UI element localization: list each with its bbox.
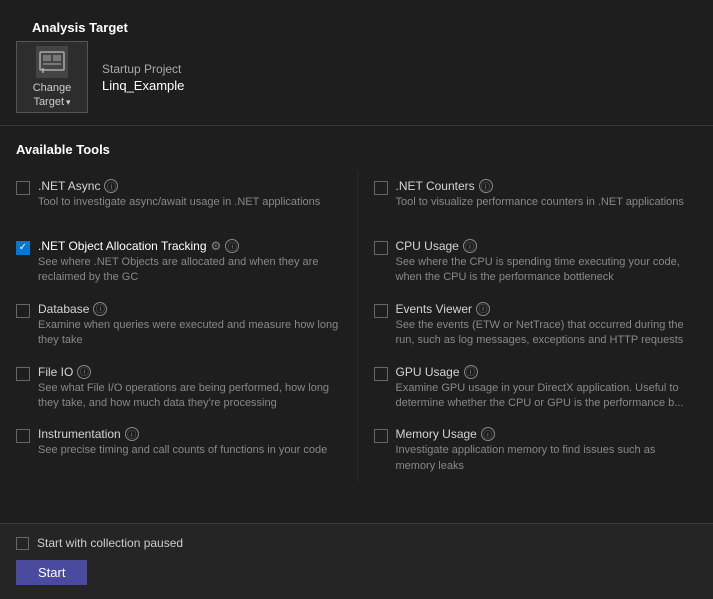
collection-paused-checkbox[interactable] bbox=[16, 537, 29, 550]
tool-instrumentation-name-row: Instrumentation ⓘ bbox=[38, 427, 345, 441]
tool-net-counters-info-icon[interactable]: ⓘ bbox=[479, 179, 493, 193]
tool-net-object-allocation-content: .NET Object Allocation Tracking ⚙ ⓘ See … bbox=[38, 239, 345, 286]
tool-net-counters-checkbox[interactable] bbox=[374, 181, 388, 195]
tool-file-io-info-icon[interactable]: ⓘ bbox=[77, 365, 91, 379]
tool-events-viewer-label: Events Viewer bbox=[396, 302, 472, 316]
tool-memory-usage-content: Memory Usage ⓘ Investigate application m… bbox=[396, 427, 686, 474]
tool-gpu-usage-label: GPU Usage bbox=[396, 365, 460, 379]
tools-grid: .NET Async ⓘ Tool to investigate async/a… bbox=[16, 171, 697, 482]
tool-cpu-usage-checkbox[interactable] bbox=[374, 241, 388, 255]
tool-gpu-usage-info-icon[interactable]: ⓘ bbox=[464, 365, 478, 379]
tool-net-counters-label: .NET Counters bbox=[396, 179, 475, 193]
target-info: Startup Project Linq_Example bbox=[102, 62, 184, 93]
tool-net-async-content: .NET Async ⓘ Tool to investigate async/a… bbox=[38, 179, 345, 210]
analysis-target-section: Analysis Target ⬆ Change Target ▾ Startu… bbox=[0, 0, 713, 125]
tool-net-object-allocation-checkbox[interactable] bbox=[16, 241, 30, 255]
tool-net-async-name-row: .NET Async ⓘ bbox=[38, 179, 345, 193]
change-target-button[interactable]: ⬆ Change Target ▾ bbox=[16, 41, 88, 113]
tool-gpu-usage: GPU Usage ⓘ Examine GPU usage in your Di… bbox=[357, 357, 698, 420]
tool-gpu-usage-desc: Examine GPU usage in your DirectX applic… bbox=[396, 381, 686, 412]
tool-net-async-desc: Tool to investigate async/await usage in… bbox=[38, 195, 345, 210]
page-container: Analysis Target ⬆ Change Target ▾ Startu… bbox=[0, 0, 713, 599]
tool-gpu-usage-name-row: GPU Usage ⓘ bbox=[396, 365, 686, 379]
tool-instrumentation-label: Instrumentation bbox=[38, 427, 121, 441]
tool-instrumentation: Instrumentation ⓘ See precise timing and… bbox=[16, 419, 357, 482]
tool-database-name-row: Database ⓘ bbox=[38, 302, 345, 316]
tool-instrumentation-content: Instrumentation ⓘ See precise timing and… bbox=[38, 427, 345, 458]
change-target-icon: ⬆ bbox=[36, 46, 68, 78]
target-project-name: Linq_Example bbox=[102, 78, 184, 93]
tool-memory-usage-label: Memory Usage bbox=[396, 427, 477, 441]
tool-net-async: .NET Async ⓘ Tool to investigate async/a… bbox=[16, 171, 357, 231]
available-tools-section: Available Tools .NET Async ⓘ Tool to inv… bbox=[0, 126, 713, 482]
tool-memory-usage-info-icon[interactable]: ⓘ bbox=[481, 427, 495, 441]
tool-net-async-label: .NET Async bbox=[38, 179, 100, 193]
tool-events-viewer-desc: See the events (ETW or NetTrace) that oc… bbox=[396, 318, 686, 349]
tool-database-content: Database ⓘ Examine when queries were exe… bbox=[38, 302, 345, 349]
tool-file-io-desc: See what File I/O operations are being p… bbox=[38, 381, 345, 412]
tool-net-object-allocation: .NET Object Allocation Tracking ⚙ ⓘ See … bbox=[16, 231, 357, 294]
tool-net-object-allocation-name-row: .NET Object Allocation Tracking ⚙ ⓘ bbox=[38, 239, 345, 253]
tool-events-viewer-name-row: Events Viewer ⓘ bbox=[396, 302, 686, 316]
tool-events-viewer-info-icon[interactable]: ⓘ bbox=[476, 302, 490, 316]
tool-net-counters: .NET Counters ⓘ Tool to visualize perfor… bbox=[357, 171, 698, 231]
tool-memory-usage-name-row: Memory Usage ⓘ bbox=[396, 427, 686, 441]
collection-paused-row: Start with collection paused bbox=[16, 536, 697, 550]
available-tools-title: Available Tools bbox=[16, 134, 697, 163]
change-target-label: Change bbox=[33, 82, 72, 94]
tool-cpu-usage-desc: See where the CPU is spending time execu… bbox=[396, 255, 686, 286]
tool-events-viewer: Events Viewer ⓘ See the events (ETW or N… bbox=[357, 294, 698, 357]
tool-instrumentation-desc: See precise timing and call counts of fu… bbox=[38, 443, 345, 458]
tool-net-counters-desc: Tool to visualize performance counters i… bbox=[396, 195, 686, 210]
tool-file-io-name-row: File IO ⓘ bbox=[38, 365, 345, 379]
tool-cpu-usage: CPU Usage ⓘ See where the CPU is spendin… bbox=[357, 231, 698, 294]
svg-text:⬆: ⬆ bbox=[40, 67, 46, 74]
tool-gpu-usage-checkbox[interactable] bbox=[374, 367, 388, 381]
analysis-target-title: Analysis Target bbox=[16, 10, 697, 41]
tool-instrumentation-info-icon[interactable]: ⓘ bbox=[125, 427, 139, 441]
collection-paused-label: Start with collection paused bbox=[37, 536, 183, 550]
bottom-section: Start with collection paused Start bbox=[0, 523, 713, 599]
tool-events-viewer-checkbox[interactable] bbox=[374, 304, 388, 318]
tool-net-object-allocation-desc: See where .NET Objects are allocated and… bbox=[38, 255, 345, 286]
start-button[interactable]: Start bbox=[16, 560, 87, 585]
tool-cpu-usage-name-row: CPU Usage ⓘ bbox=[396, 239, 686, 253]
tool-database: Database ⓘ Examine when queries were exe… bbox=[16, 294, 357, 357]
tool-file-io: File IO ⓘ See what File I/O operations a… bbox=[16, 357, 357, 420]
tool-net-async-checkbox[interactable] bbox=[16, 181, 30, 195]
tool-file-io-label: File IO bbox=[38, 365, 73, 379]
change-target-label2: Target ▾ bbox=[33, 96, 70, 108]
tool-memory-usage-checkbox[interactable] bbox=[374, 429, 388, 443]
tool-file-io-checkbox[interactable] bbox=[16, 367, 30, 381]
tool-database-info-icon[interactable]: ⓘ bbox=[93, 302, 107, 316]
tool-net-object-allocation-info-icon[interactable]: ⓘ bbox=[225, 239, 239, 253]
tool-gpu-usage-content: GPU Usage ⓘ Examine GPU usage in your Di… bbox=[396, 365, 686, 412]
tool-database-label: Database bbox=[38, 302, 89, 316]
target-box: ⬆ Change Target ▾ Startup Project Linq_E… bbox=[16, 41, 697, 113]
tool-cpu-usage-content: CPU Usage ⓘ See where the CPU is spendin… bbox=[396, 239, 686, 286]
tool-file-io-content: File IO ⓘ See what File I/O operations a… bbox=[38, 365, 345, 412]
tool-net-async-info-icon[interactable]: ⓘ bbox=[104, 179, 118, 193]
tool-net-object-allocation-label: .NET Object Allocation Tracking bbox=[38, 239, 207, 253]
tool-database-desc: Examine when queries were executed and m… bbox=[38, 318, 345, 349]
tool-net-counters-content: .NET Counters ⓘ Tool to visualize perfor… bbox=[396, 179, 686, 210]
tool-database-checkbox[interactable] bbox=[16, 304, 30, 318]
tool-events-viewer-content: Events Viewer ⓘ See the events (ETW or N… bbox=[396, 302, 686, 349]
target-type: Startup Project bbox=[102, 62, 184, 76]
tool-cpu-usage-label: CPU Usage bbox=[396, 239, 459, 253]
tool-cpu-usage-info-icon[interactable]: ⓘ bbox=[463, 239, 477, 253]
tool-net-counters-name-row: .NET Counters ⓘ bbox=[396, 179, 686, 193]
tool-memory-usage-desc: Investigate application memory to find i… bbox=[396, 443, 686, 474]
tool-memory-usage: Memory Usage ⓘ Investigate application m… bbox=[357, 419, 698, 482]
tool-net-object-allocation-gear-icon[interactable]: ⚙ bbox=[211, 239, 222, 253]
tool-instrumentation-checkbox[interactable] bbox=[16, 429, 30, 443]
